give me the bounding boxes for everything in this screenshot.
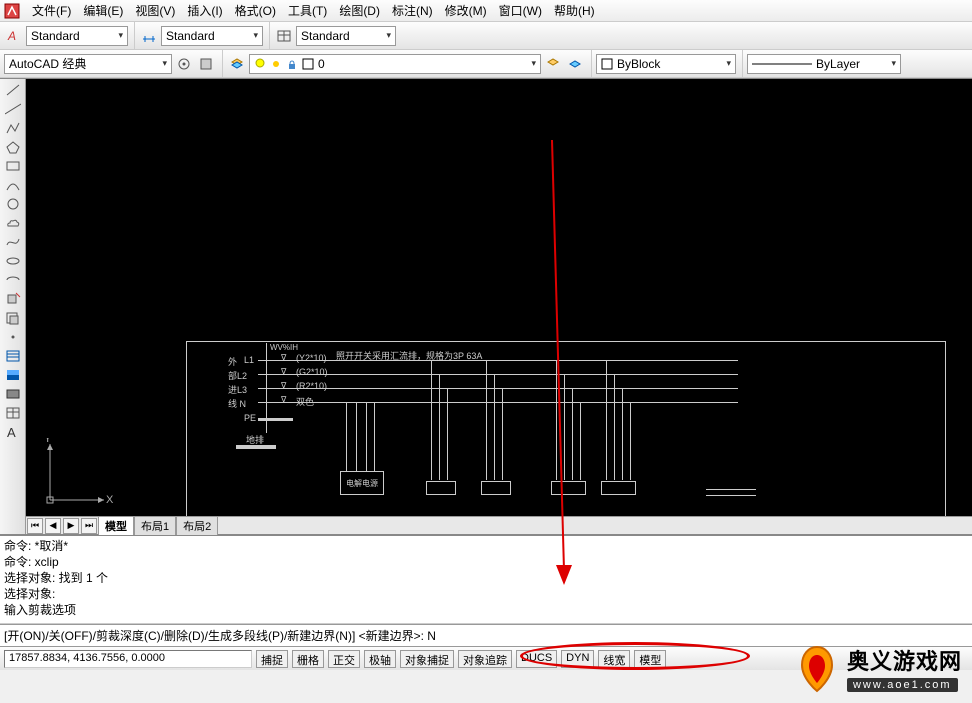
layer-manager-icon[interactable] xyxy=(227,54,247,74)
linetype-combo[interactable]: ByLayer▾ xyxy=(747,54,901,74)
lock-icon xyxy=(286,58,298,70)
bulb-icon xyxy=(254,58,266,70)
mtext-icon[interactable]: A xyxy=(2,423,24,441)
osnap-button[interactable]: 对象捕捉 xyxy=(400,650,454,668)
coords-display[interactable]: 17857.8834, 4136.7556, 0.0000 xyxy=(4,650,252,668)
watermark-url: www.aoe1.com xyxy=(847,678,958,692)
cmd-line: 选择对象: 找到 1 个 xyxy=(4,570,968,586)
model-button[interactable]: 模型 xyxy=(634,650,666,668)
table-icon[interactable] xyxy=(2,404,24,422)
color-combo[interactable]: ByBlock▾ xyxy=(596,54,736,74)
color-swatch-icon xyxy=(302,58,314,70)
point-icon[interactable] xyxy=(2,328,24,346)
text-style-icon[interactable]: A xyxy=(4,26,24,46)
polyline-icon[interactable] xyxy=(2,119,24,137)
menu-bar: 文件(F) 编辑(E) 视图(V) 插入(I) 格式(O) 工具(T) 绘图(D… xyxy=(0,0,972,22)
menu-tools[interactable]: 工具(T) xyxy=(282,0,333,21)
snap-button[interactable]: 捕捉 xyxy=(256,650,288,668)
bylayer-swatch xyxy=(601,58,613,70)
grid-button[interactable]: 栅格 xyxy=(292,650,324,668)
svg-text:A: A xyxy=(7,425,16,439)
table-style-combo[interactable]: Standard▾ xyxy=(296,26,396,46)
app-icon xyxy=(4,3,20,19)
polygon-icon[interactable] xyxy=(2,138,24,156)
command-history[interactable]: 命令: *取消* 命令: xclip 选择对象: 找到 1 个 选择对象: 输入… xyxy=(0,536,972,624)
ellipse-arc-icon[interactable] xyxy=(2,271,24,289)
workspace-combo[interactable]: AutoCAD 经典▾ xyxy=(4,54,172,74)
make-block-icon[interactable] xyxy=(2,309,24,327)
menu-help[interactable]: 帮助(H) xyxy=(548,0,601,21)
linetype-preview xyxy=(752,60,812,68)
revcloud-icon[interactable] xyxy=(2,214,24,232)
tab-next-icon[interactable]: ▶ xyxy=(63,518,79,534)
ucs-icon: X Y xyxy=(44,438,114,508)
toolbar-workspace: AutoCAD 经典▾ 0▾ ByBlock▾ ByLayer▾ xyxy=(0,50,972,78)
svg-text:X: X xyxy=(106,494,114,506)
menu-window[interactable]: 窗口(W) xyxy=(493,0,548,21)
spline-icon[interactable] xyxy=(2,233,24,251)
text-style-combo[interactable]: Standard▾ xyxy=(26,26,128,46)
xline-icon[interactable] xyxy=(2,100,24,118)
menu-format[interactable]: 格式(O) xyxy=(229,0,282,21)
dim-style-icon[interactable] xyxy=(139,26,159,46)
arc-icon[interactable] xyxy=(2,176,24,194)
insert-block-icon[interactable] xyxy=(2,290,24,308)
workspace-save-icon[interactable] xyxy=(196,54,216,74)
layer-states-icon[interactable] xyxy=(565,54,585,74)
draw-toolbar: A xyxy=(0,79,26,534)
diagram-header: WV%IH xyxy=(270,343,298,352)
dyn-button[interactable]: DYN xyxy=(561,650,594,668)
menu-modify[interactable]: 修改(M) xyxy=(439,0,493,21)
tab-layout2[interactable]: 布局2 xyxy=(176,516,218,535)
region-icon[interactable] xyxy=(2,385,24,403)
line-icon[interactable] xyxy=(2,81,24,99)
layer-previous-icon[interactable] xyxy=(543,54,563,74)
layout-tabs-bar: ⏮ ◀ ▶ ⏭ 模型 布局1 布局2 xyxy=(26,516,972,534)
sun-icon xyxy=(270,58,282,70)
menu-insert[interactable]: 插入(I) xyxy=(181,0,228,21)
toolbar-styles: A Standard▾ Standard▾ Standard▾ xyxy=(0,22,972,50)
drawing-wrap: X Y WV%IH 照开开关采用汇流排，规格为3P 63A 外 L1 ∇ (Y2… xyxy=(26,79,972,534)
tab-prev-icon[interactable]: ◀ xyxy=(45,518,61,534)
dim-style-combo[interactable]: Standard▾ xyxy=(161,26,263,46)
ortho-button[interactable]: 正交 xyxy=(328,650,360,668)
otrack-button[interactable]: 对象追踪 xyxy=(458,650,512,668)
circle-icon[interactable] xyxy=(2,195,24,213)
drawing-canvas[interactable]: X Y WV%IH 照开开关采用汇流排，规格为3P 63A 外 L1 ∇ (Y2… xyxy=(26,79,972,516)
command-input[interactable]: [开(ON)/关(OFF)/剪裁深度(C)/删除(D)/生成多段线(P)/新建边… xyxy=(0,624,972,646)
menu-view[interactable]: 视图(V) xyxy=(129,0,181,21)
electrical-diagram: WV%IH 照开开关采用汇流排，规格为3P 63A 外 L1 ∇ (Y2*10)… xyxy=(186,341,972,516)
ellipse-icon[interactable] xyxy=(2,252,24,270)
command-window: 命令: *取消* 命令: xclip 选择对象: 找到 1 个 选择对象: 输入… xyxy=(0,534,972,646)
cmd-line: 命令: xclip xyxy=(4,554,968,570)
menu-edit[interactable]: 编辑(E) xyxy=(77,0,129,21)
menu-file[interactable]: 文件(F) xyxy=(26,0,77,21)
svg-text:Y: Y xyxy=(44,438,52,445)
svg-text:A: A xyxy=(7,29,16,43)
ducs-button[interactable]: DUCS xyxy=(516,650,557,668)
hatch-icon[interactable] xyxy=(2,347,24,365)
rectangle-icon[interactable] xyxy=(2,157,24,175)
tab-layout1[interactable]: 布局1 xyxy=(134,516,176,535)
layer-combo[interactable]: 0▾ xyxy=(249,54,541,74)
workspace-settings-icon[interactable] xyxy=(174,54,194,74)
gradient-icon[interactable] xyxy=(2,366,24,384)
cmd-line: 输入剪裁选项 xyxy=(4,602,968,618)
tab-model[interactable]: 模型 xyxy=(98,516,134,535)
cmd-line: 命令: *取消* xyxy=(4,538,968,554)
status-bar: 17857.8834, 4136.7556, 0.0000 捕捉 栅格 正交 极… xyxy=(0,646,972,670)
tab-last-icon[interactable]: ⏭ xyxy=(81,518,97,534)
lwt-button[interactable]: 线宽 xyxy=(598,650,630,668)
polar-button[interactable]: 极轴 xyxy=(364,650,396,668)
table-style-icon[interactable] xyxy=(274,26,294,46)
menu-draw[interactable]: 绘图(D) xyxy=(333,0,386,21)
cmd-line: 选择对象: xyxy=(4,586,968,602)
main-area: A X Y WV%IH 照开开关采用汇流排，规格为3P 63A 外 L1 ∇ xyxy=(0,78,972,534)
tab-first-icon[interactable]: ⏮ xyxy=(27,518,43,534)
menu-dimension[interactable]: 标注(N) xyxy=(386,0,439,21)
